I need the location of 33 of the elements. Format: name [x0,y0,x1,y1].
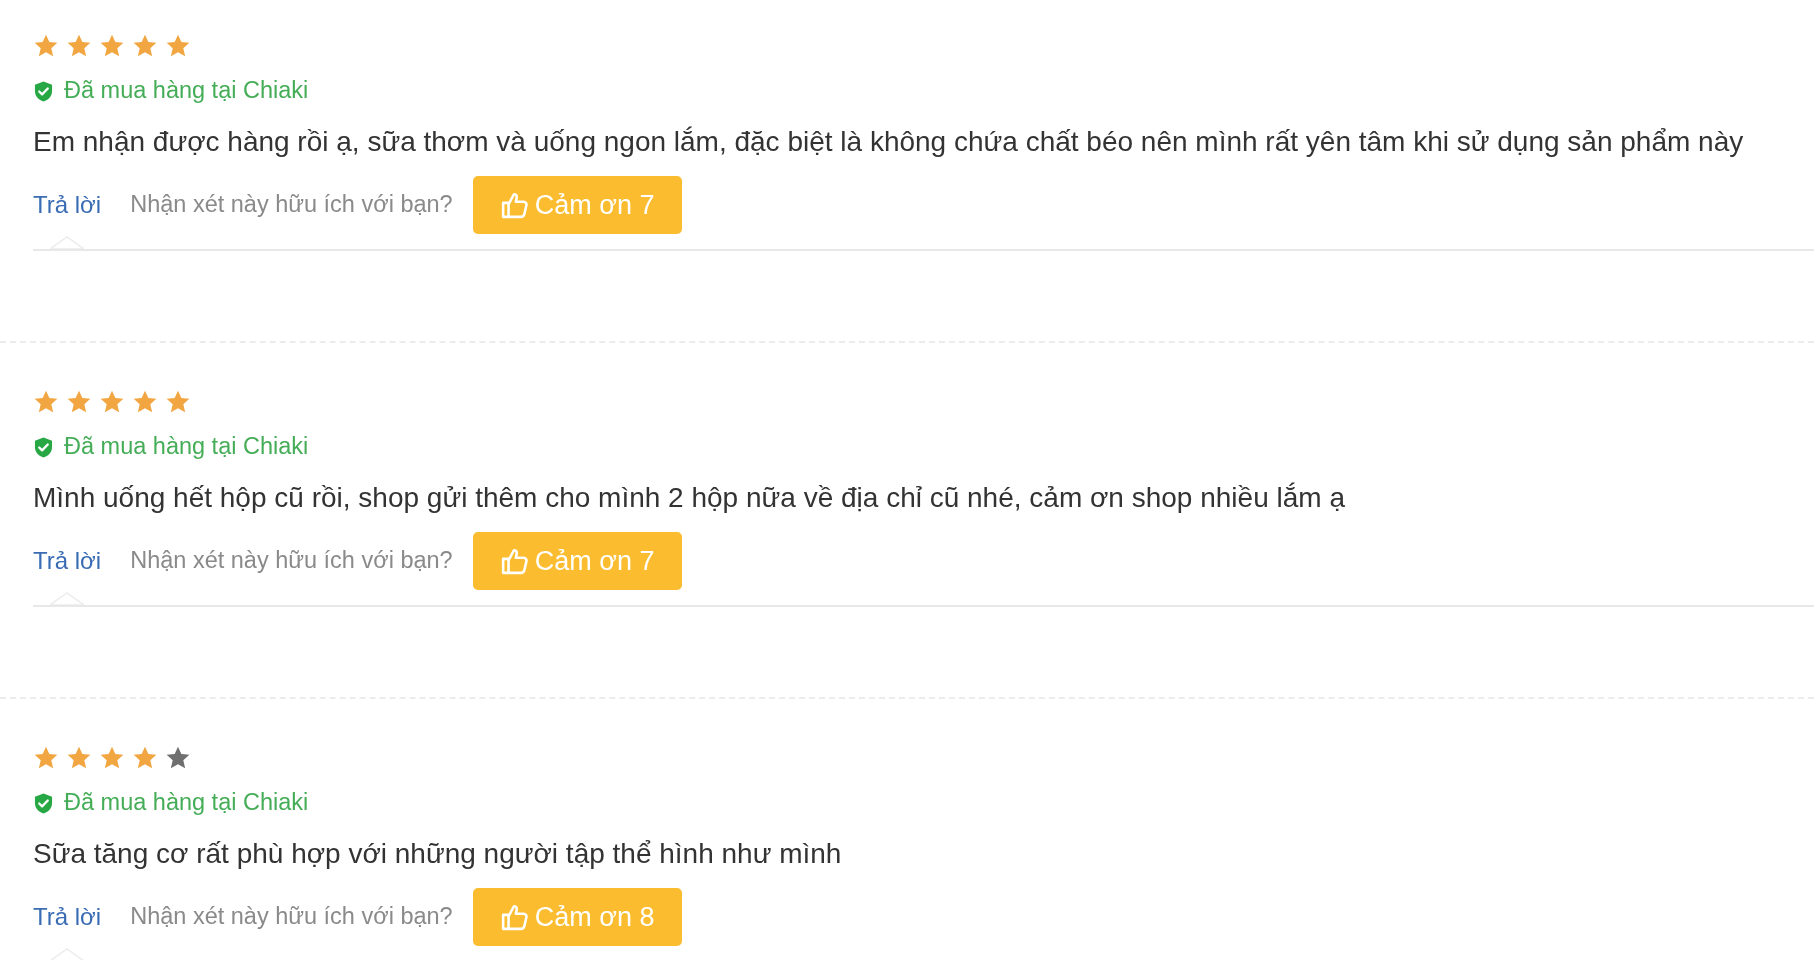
review-text: Sữa tăng cơ rất phù hợp với những người tập thể hình như mình [33,837,842,871]
star-filled-icon [132,33,158,59]
star-filled-icon [99,745,125,771]
review-text: Mình uống hết hộp cũ rồi, shop gửi thêm cho mình 2 hộp nữa về địa chỉ cũ nhé, cảm ơn shop nhiều lắm ạ [33,481,1345,515]
star-empty-icon [165,745,191,771]
star-filled-icon [99,389,125,415]
helpful-prompt: Nhận xét này hữu ích với bạn? [130,902,453,932]
reply-link[interactable]: Trả lời [33,187,102,223]
verified-purchase-label: Đã mua hàng tại Chiaki [64,432,309,462]
star-filled-icon [66,33,92,59]
star-filled-icon [132,389,158,415]
thumbs-up-icon [500,191,529,219]
reply-link[interactable]: Trả lời [33,899,102,935]
shield-check-icon [34,436,53,458]
verified-purchase-label: Đã mua hàng tại Chiaki [64,76,309,106]
star-filled-icon [132,745,158,771]
helpful-prompt: Nhận xét này hữu ích với bạn? [130,546,453,576]
star-filled-icon [165,33,191,59]
shield-check-icon [34,792,53,814]
star-filled-icon [33,389,59,415]
shield-check-icon [34,80,53,102]
helpful-prompt: Nhận xét này hữu ích với bạn? [130,190,453,220]
star-filled-icon [33,745,59,771]
star-filled-icon [66,389,92,415]
review-text: Em nhận được hàng rồi ạ, sữa thơm và uống ngon lắm, đặc biệt là không chứa chất béo nên mình rất yên tâm khi sử dụng sản phẩm này [33,125,1744,159]
thumbs-up-icon [500,547,529,575]
reply-link[interactable]: Trả lời [33,543,102,579]
thumbs-up-icon [500,903,529,931]
star-filled-icon [99,33,125,59]
star-filled-icon [165,389,191,415]
star-filled-icon [33,33,59,59]
star-filled-icon [66,745,92,771]
verified-purchase-label: Đã mua hàng tại Chiaki [64,788,309,818]
